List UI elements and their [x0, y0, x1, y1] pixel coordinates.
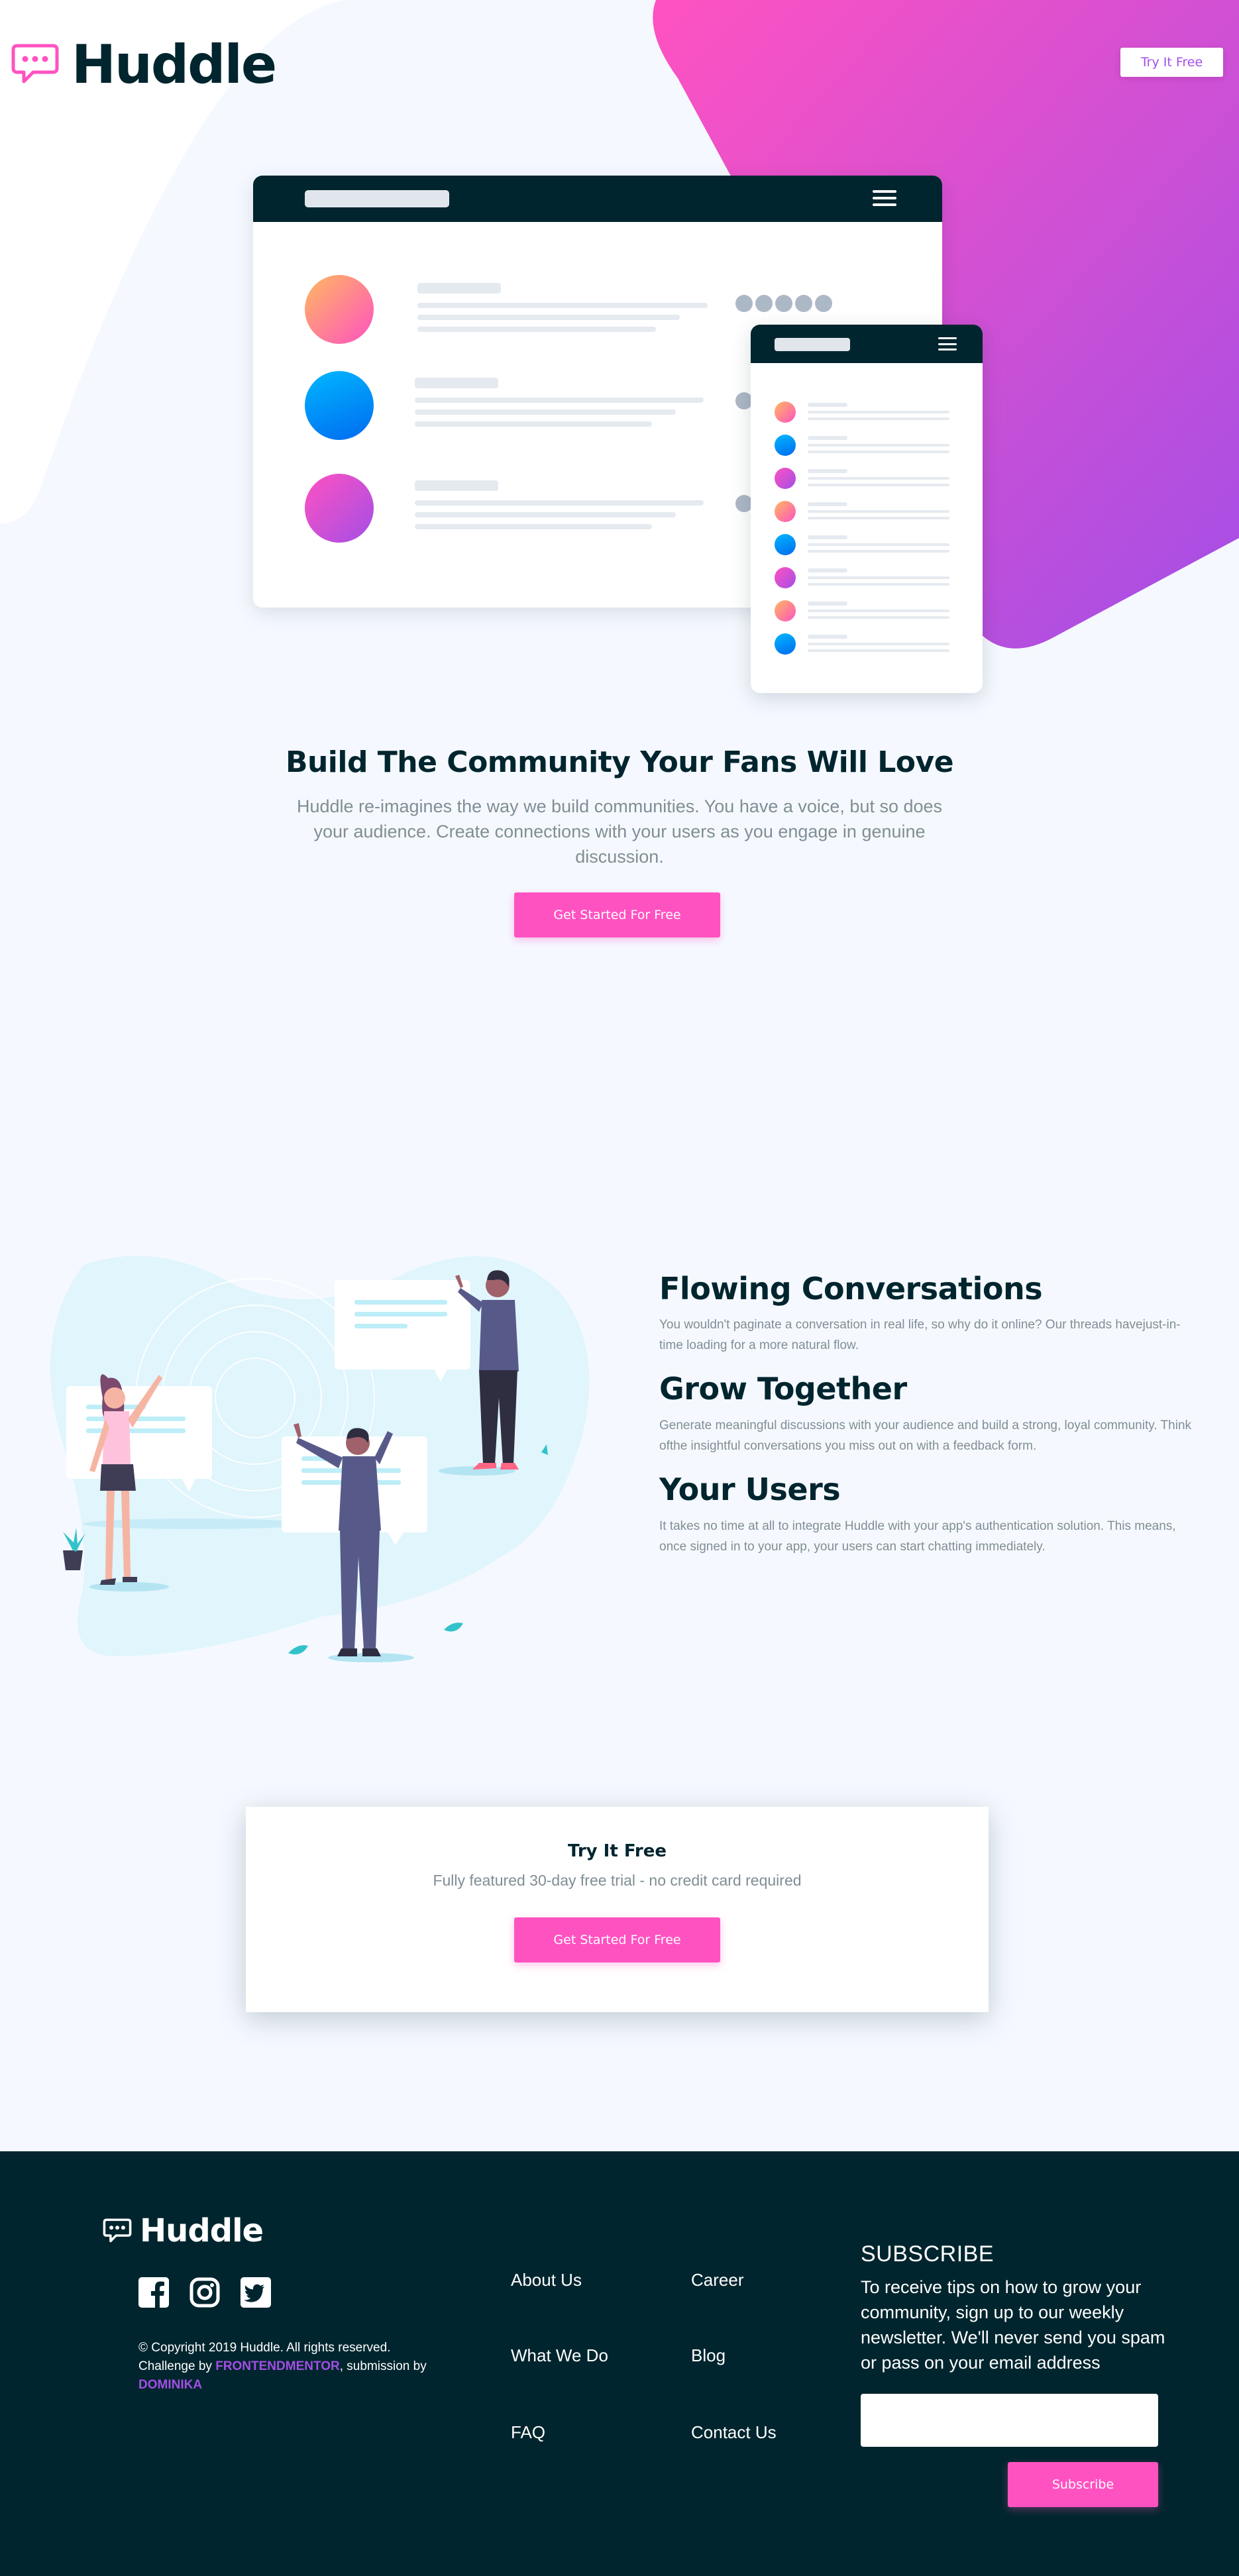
free-trial-card: Try It Free Fully featured 30-day free t…: [246, 1807, 989, 2012]
author-link[interactable]: DOMINIKA: [138, 2378, 202, 2392]
mockup-row: [775, 631, 967, 657]
footer-link-faq[interactable]: FAQ: [511, 2420, 545, 2444]
chat-bubble-icon: [11, 44, 59, 83]
subscribe-description: To receive tips on how to grow your comm…: [861, 2277, 1165, 2373]
social-links: [138, 2277, 271, 2308]
subscribe-button[interactable]: Subscribe: [1008, 2462, 1158, 2507]
footer: Huddle © Copyright 2019 Huddle. All righ…: [0, 2151, 1239, 2576]
hamburger-menu-icon: [873, 190, 896, 206]
mobile-mockup-toolbar: [751, 325, 983, 363]
footer-link-contact-us[interactable]: Contact Us: [691, 2420, 777, 2444]
address-bar-placeholder: [305, 190, 449, 207]
feature-description: It takes no time at all to integrate Hud…: [659, 1519, 1176, 1554]
mockup-row: [775, 531, 967, 558]
submission-text: , submission by: [339, 2359, 427, 2373]
try-it-free-button[interactable]: Try It Free: [1120, 48, 1223, 77]
copyright: © Copyright 2019 Huddle. All rights rese…: [138, 2341, 391, 2355]
header-logo[interactable]: Huddle: [11, 33, 277, 95]
footer-logo[interactable]: Huddle: [103, 2212, 264, 2249]
logo-text: Huddle: [72, 33, 277, 95]
feature-title: Grow Together: [659, 1371, 907, 1407]
chat-bubble-icon: [103, 2218, 132, 2243]
card-subtitle: Fully featured 30-day free trial - no cr…: [433, 1872, 802, 1889]
mockup-row: [775, 498, 967, 525]
instagram-icon[interactable]: [189, 2277, 220, 2308]
avatar: [305, 275, 374, 344]
footer-link-about-us[interactable]: About Us: [511, 2268, 582, 2292]
challenge-prefix: Challenge by: [138, 2359, 216, 2373]
hero-title: Build The Community Your Fans Will Love: [285, 745, 954, 779]
subscribe-title: SUBSCRIBE: [861, 2241, 994, 2267]
twitter-icon[interactable]: [241, 2277, 271, 2308]
mobile-mockup: [751, 325, 983, 693]
copyright-text: © Copyright 2019 Huddle. All rights rese…: [138, 2339, 450, 2394]
facebook-icon[interactable]: [138, 2277, 169, 2308]
mockup-row: [775, 564, 967, 591]
challenge-link[interactable]: FRONTENDMENTOR: [215, 2359, 340, 2373]
avatar: [305, 371, 374, 440]
get-started-button[interactable]: Get Started For Free: [514, 1917, 720, 1962]
footer-link-what-we-do[interactable]: What We Do: [511, 2343, 610, 2367]
feature-description: You wouldn't paginate a conversation in …: [659, 1318, 1181, 1352]
mockup-row: [775, 432, 967, 458]
email-field[interactable]: [861, 2394, 1158, 2447]
get-started-button[interactable]: Get Started For Free: [514, 892, 720, 938]
avatar: [305, 474, 374, 543]
footer-link-career[interactable]: Career: [691, 2268, 743, 2292]
footer-logo-text: Huddle: [140, 2212, 264, 2249]
footer-link-blog[interactable]: Blog: [691, 2343, 726, 2367]
card-title: Try It Free: [567, 1841, 667, 1861]
mockup-row: [775, 465, 967, 492]
feature-title: Flowing Conversations: [659, 1271, 1043, 1307]
hero-description: Huddle re-imagines the way we build comm…: [296, 796, 943, 867]
feature-description: Generate meaningful discussions with you…: [659, 1419, 1192, 1453]
address-bar-placeholder: [775, 338, 850, 351]
desktop-mockup-toolbar: [253, 176, 942, 222]
mockup-row: [775, 399, 967, 425]
feature-title: Your Users: [659, 1472, 841, 1507]
hamburger-menu-icon: [938, 337, 957, 350]
community-illustration: [50, 1256, 590, 1662]
mockup-row: [775, 598, 967, 624]
